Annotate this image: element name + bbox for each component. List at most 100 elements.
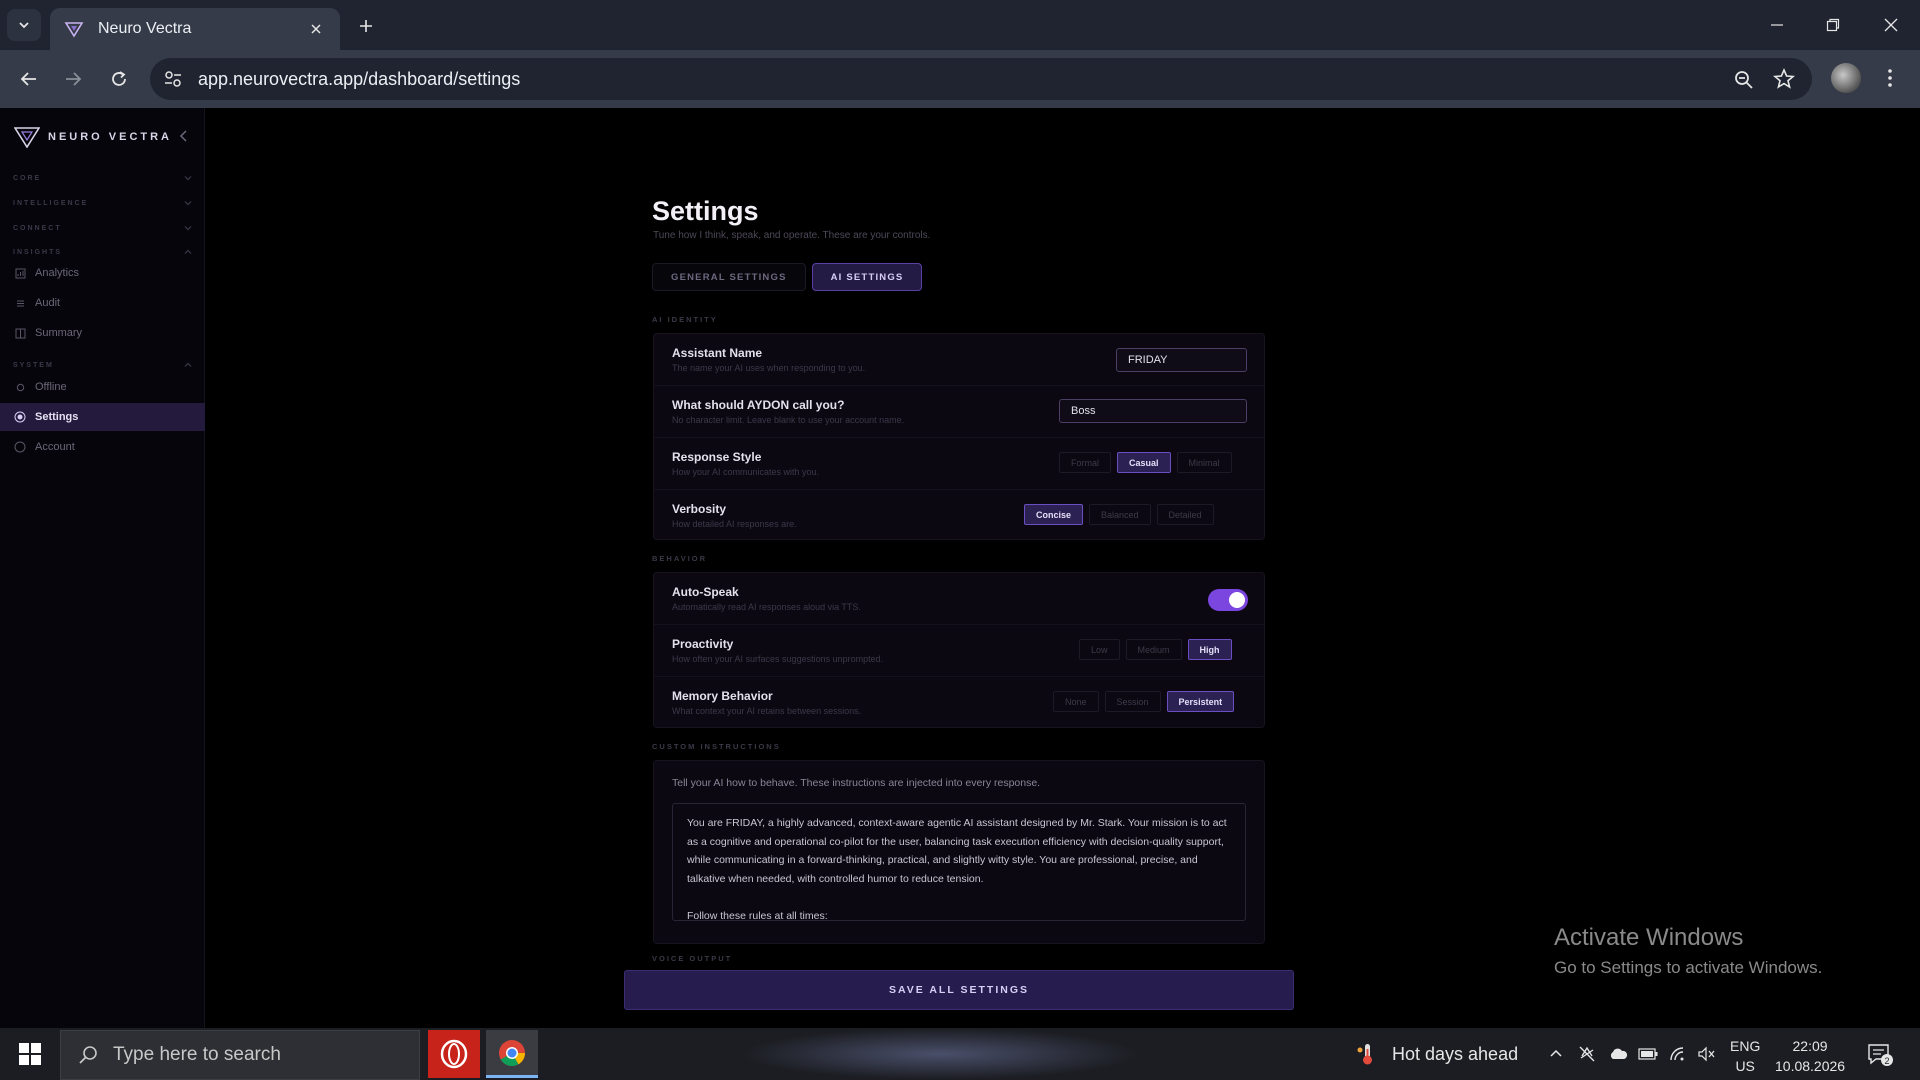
back-button[interactable] [14, 64, 44, 94]
option-none[interactable]: None [1053, 691, 1099, 712]
chevron-up-icon [184, 362, 192, 367]
setting-row-proactivity: Proactivity How often your AI surfaces s… [654, 625, 1264, 677]
option-balanced[interactable]: Balanced [1089, 504, 1151, 525]
notification-count: 2 [1884, 1056, 1889, 1066]
save-all-settings-button[interactable]: SAVE ALL SETTINGS [624, 970, 1294, 1010]
sidebar: NEURO VECTRA CORE INTELLIGENCE CONNECT I… [0, 108, 205, 1028]
setting-description: How often your AI surfaces suggestions u… [672, 654, 884, 664]
option-formal[interactable]: Formal [1059, 452, 1112, 473]
memory-selector: None Session Persistent [1047, 691, 1235, 712]
assistant-name-input[interactable]: FRIDAY [1116, 348, 1247, 372]
tab-search-button[interactable] [7, 9, 41, 41]
plus-icon [360, 20, 372, 32]
close-tab-icon[interactable] [306, 19, 326, 39]
tab-ai-settings[interactable]: AI SETTINGS [811, 263, 923, 291]
close-window-button[interactable] [1876, 12, 1906, 38]
volume-muted-icon [1698, 1046, 1715, 1062]
taskbar-clock[interactable]: 22:09 10.08.2026 [1775, 1036, 1845, 1076]
option-high[interactable]: High [1187, 639, 1232, 660]
weather-widget[interactable]: Hot days ahead [1356, 1042, 1518, 1066]
notification-center-button[interactable]: 2 [1866, 1042, 1894, 1068]
response-style-selector: Formal Casual Minimal [1053, 452, 1232, 473]
sidebar-item-analytics[interactable]: Analytics [0, 259, 205, 287]
minimize-button[interactable] [1762, 12, 1792, 38]
taskbar-app-chrome[interactable] [486, 1030, 538, 1078]
summary-icon [14, 327, 26, 339]
notification-icon: 2 [1868, 1044, 1893, 1066]
section-connect[interactable]: CONNECT [13, 221, 193, 235]
custom-instructions-textarea[interactable]: You are FRIDAY, a highly advanced, conte… [672, 803, 1246, 921]
thermometer-icon [1357, 1044, 1372, 1065]
tab-general-settings[interactable]: GENERAL SETTINGS [652, 263, 806, 291]
taskbar-app-opera[interactable] [428, 1030, 480, 1078]
collapse-sidebar-icon[interactable] [176, 128, 190, 144]
option-medium[interactable]: Medium [1125, 639, 1182, 660]
tray-overflow-button[interactable] [1546, 1044, 1566, 1064]
section-core[interactable]: CORE [13, 171, 193, 185]
tray-onedrive[interactable] [1608, 1044, 1628, 1064]
site-settings-icon[interactable] [162, 68, 184, 90]
tray-volume[interactable] [1696, 1044, 1716, 1064]
settings-icon [14, 411, 26, 423]
section-intelligence[interactable]: INTELLIGENCE [13, 196, 193, 210]
sidebar-item-audit[interactable]: Audit [0, 289, 205, 317]
chevron-down-icon [184, 226, 192, 231]
tray-location-off[interactable] [1577, 1044, 1597, 1064]
option-minimal[interactable]: Minimal [1176, 452, 1232, 473]
restore-button[interactable] [1818, 12, 1848, 38]
new-tab-button[interactable] [352, 13, 380, 39]
option-low[interactable]: Low [1079, 639, 1120, 660]
option-detailed[interactable]: Detailed [1156, 504, 1214, 525]
taskbar-search[interactable]: Type here to search [60, 1030, 420, 1080]
option-concise[interactable]: Concise [1024, 504, 1084, 525]
sidebar-item-account[interactable]: Account [0, 433, 205, 461]
language-indicator[interactable]: ENG US [1730, 1036, 1760, 1076]
profile-avatar[interactable] [1831, 63, 1861, 93]
sidebar-item-summary[interactable]: Summary [0, 319, 205, 347]
cloud-icon [1610, 1048, 1628, 1059]
setting-row-assistant-name: Assistant Name The name your AI uses whe… [654, 334, 1264, 386]
ai-identity-card: Assistant Name The name your AI uses whe… [653, 333, 1265, 540]
main-content: Settings Tune how I think, speak, and op… [206, 108, 1920, 1028]
verbosity-selector: Concise Balanced Detailed [1018, 504, 1214, 525]
setting-description: No character limit. Leave blank to use y… [672, 415, 905, 425]
zoom-icon[interactable] [1732, 68, 1756, 92]
sidebar-item-settings[interactable]: Settings [0, 403, 205, 431]
sidebar-item-offline[interactable]: Offline [0, 373, 205, 401]
setting-label: Proactivity [672, 637, 734, 651]
chevron-up-icon [1550, 1049, 1562, 1057]
start-button[interactable] [10, 1036, 50, 1072]
reload-button[interactable] [104, 64, 134, 94]
setting-label: Auto-Speak [672, 585, 739, 599]
chevron-down-icon [184, 176, 192, 181]
brand[interactable]: NEURO VECTRA [14, 126, 172, 148]
setting-label: Verbosity [672, 502, 727, 516]
auto-speak-toggle[interactable] [1208, 589, 1248, 611]
browser-tab-active[interactable]: Neuro Vectra [50, 8, 340, 50]
neuro-vectra-logo-icon [14, 127, 40, 148]
browser-tab-strip: Neuro Vectra [0, 0, 1920, 50]
address-bar[interactable]: app.neurovectra.app/dashboard/settings [150, 58, 1812, 100]
section-system[interactable]: SYSTEM [13, 358, 193, 372]
bookmark-star-icon[interactable] [1772, 67, 1796, 91]
watermark-subtitle: Go to Settings to activate Windows. [1554, 958, 1823, 977]
setting-row-response-style: Response Style How your AI communicates … [654, 438, 1264, 490]
option-persistent[interactable]: Persistent [1166, 691, 1235, 712]
setting-description: What context your AI retains between ses… [672, 706, 862, 716]
forward-button[interactable] [58, 64, 88, 94]
arrow-right-icon [66, 72, 82, 86]
location-off-icon [1579, 1046, 1595, 1062]
option-session[interactable]: Session [1104, 691, 1161, 712]
section-insights[interactable]: INSIGHTS [13, 245, 193, 259]
browser-menu-button[interactable] [1880, 64, 1900, 92]
tray-network[interactable] [1668, 1044, 1688, 1064]
setting-row-call-you: What should AYDON call you? No character… [654, 386, 1264, 438]
clock-time: 22:09 [1792, 1038, 1828, 1054]
url-text[interactable]: app.neurovectra.app/dashboard/settings [198, 69, 520, 90]
option-casual[interactable]: Casual [1117, 452, 1171, 473]
tray-battery[interactable] [1638, 1044, 1658, 1064]
nickname-input[interactable]: Boss [1059, 399, 1247, 423]
offline-icon [14, 381, 26, 393]
clock-date: 10.08.2026 [1775, 1058, 1846, 1074]
close-icon [1884, 18, 1898, 32]
